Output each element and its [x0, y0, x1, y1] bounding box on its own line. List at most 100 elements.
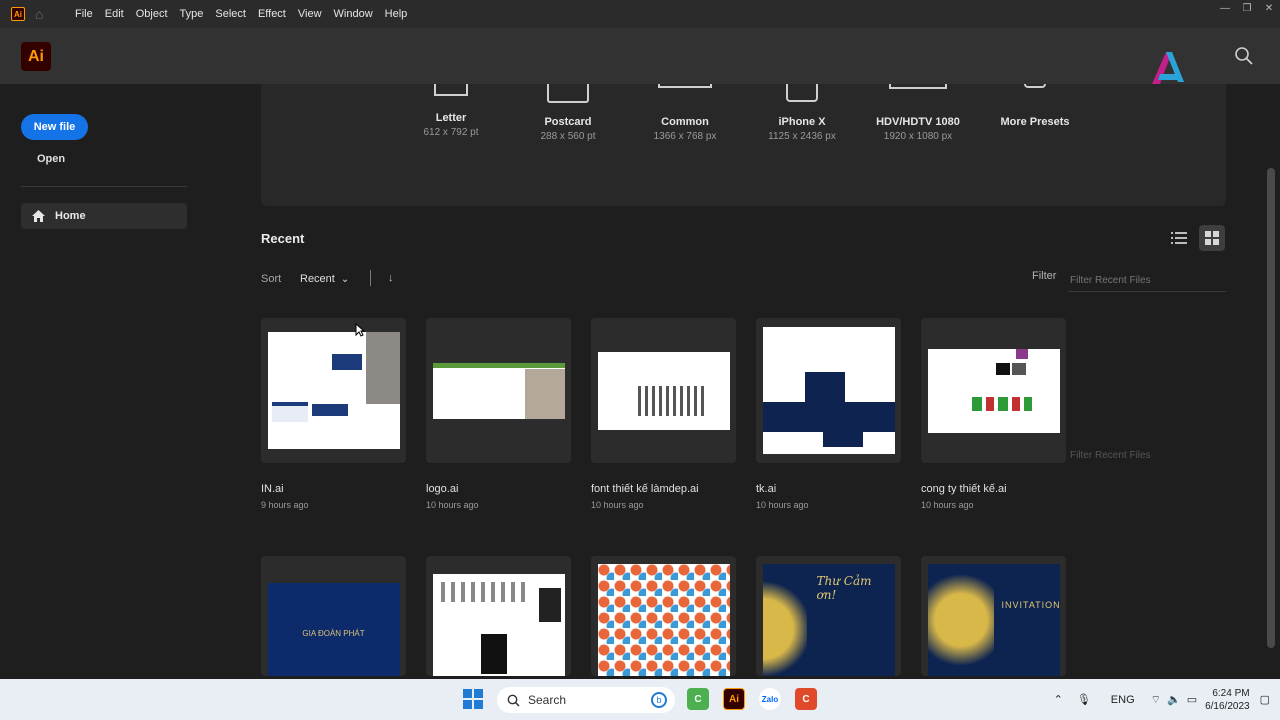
- file-card[interactable]: GIA ĐOÀN PHÁT: [261, 556, 406, 676]
- window-controls: — ❐ ✕: [1214, 0, 1280, 20]
- preset-name: More Presets: [1000, 116, 1070, 128]
- maximize-button[interactable]: ❐: [1236, 0, 1258, 20]
- preset-size: 612 x 792 pt: [423, 127, 479, 138]
- thumb-title: Thư Cảm ơn!: [816, 574, 872, 602]
- clock-date: 6/16/2023: [1205, 700, 1250, 712]
- file-card-logo[interactable]: [426, 318, 571, 463]
- new-file-button[interactable]: New file: [21, 114, 88, 140]
- filter-ghost-text: Filter Recent Files: [1070, 450, 1151, 461]
- language-indicator[interactable]: ENG: [1111, 694, 1135, 706]
- preset-hdv[interactable]: HDV/HDTV 1080 1920 x 1080 px: [858, 84, 978, 142]
- file-name[interactable]: IN.ai: [261, 483, 284, 495]
- postcard-preset-icon: [547, 84, 589, 103]
- wifi-icon[interactable]: ⌔: [1151, 693, 1161, 707]
- preset-more[interactable]: More Presets: [975, 84, 1095, 128]
- illustrator-logo: Ai: [21, 42, 51, 71]
- illustrator-taskbar-icon[interactable]: Ai: [723, 688, 745, 710]
- scrollbar[interactable]: [1266, 84, 1276, 676]
- preset-name: Postcard: [544, 116, 592, 128]
- file-time: 10 hours ago: [756, 500, 809, 510]
- cursor-icon: [355, 323, 365, 337]
- menu-list: File Edit Object Type Select Effect View…: [69, 8, 413, 20]
- recent-heading: Recent: [261, 231, 305, 246]
- chevron-up-icon[interactable]: ⌃: [1054, 693, 1063, 706]
- search-icon[interactable]: [1234, 46, 1254, 66]
- menu-window[interactable]: Window: [328, 8, 379, 20]
- bing-icon[interactable]: b: [651, 692, 667, 708]
- zalo-icon[interactable]: Zalo: [759, 688, 781, 710]
- search-icon: [507, 694, 520, 707]
- file-name[interactable]: font thiết kế làmdep.ai: [591, 483, 699, 495]
- file-thumbnail: [432, 574, 565, 676]
- recorder-icon[interactable]: C: [795, 688, 817, 710]
- menu-type[interactable]: Type: [174, 8, 210, 20]
- file-thumbnail: GIA ĐOÀN PHÁT: [267, 583, 400, 676]
- common-preset-icon: [658, 84, 712, 88]
- sort-divider: [370, 270, 371, 286]
- list-view-icon[interactable]: [1170, 229, 1188, 247]
- menu-object[interactable]: Object: [130, 8, 174, 20]
- menu-effect[interactable]: Effect: [252, 8, 292, 20]
- taskbar-search[interactable]: Search b: [497, 687, 675, 713]
- file-thumbnail: INVITATION: [927, 564, 1060, 676]
- sort-direction-button[interactable]: ↓: [388, 272, 394, 284]
- file-thumbnail: Thư Cảm ơn!: [762, 564, 895, 676]
- minimize-button[interactable]: —: [1214, 0, 1236, 20]
- file-name[interactable]: tk.ai: [756, 483, 776, 495]
- file-time: 9 hours ago: [261, 500, 309, 510]
- menu-help[interactable]: Help: [379, 8, 414, 20]
- file-card-in[interactable]: [261, 318, 406, 463]
- menu-file[interactable]: File: [69, 8, 99, 20]
- menu-select[interactable]: Select: [209, 8, 252, 20]
- file-card[interactable]: Thư Cảm ơn!: [756, 556, 901, 676]
- preset-name: Letter: [435, 112, 467, 124]
- file-card-font[interactable]: [591, 318, 736, 463]
- close-button[interactable]: ✕: [1258, 0, 1280, 20]
- menu-bar: Ai ⌂ File Edit Object Type Select Effect…: [0, 0, 1280, 28]
- taskbar: Search b C Ai Zalo C ⌃ 🎙 ENG ⌔ 🔈 ▭ 6:24 …: [0, 679, 1280, 720]
- camtasia-icon[interactable]: C: [687, 688, 709, 710]
- file-name[interactable]: logo.ai: [426, 483, 458, 495]
- notification-icon[interactable]: ▢: [1260, 693, 1270, 706]
- file-time: 10 hours ago: [591, 500, 644, 510]
- preset-size: 288 x 560 pt: [540, 131, 596, 142]
- more-presets-icon: [1024, 84, 1046, 88]
- grid-view-button[interactable]: [1199, 225, 1225, 251]
- file-thumbnail: [762, 327, 895, 454]
- hdtv-preset-icon: [889, 84, 947, 89]
- letter-preset-icon: [434, 84, 468, 96]
- scrollbar-thumb[interactable]: [1267, 168, 1275, 648]
- file-card[interactable]: [591, 556, 736, 676]
- menu-edit[interactable]: Edit: [99, 8, 130, 20]
- preset-common[interactable]: Common 1366 x 768 px: [625, 84, 745, 142]
- sidebar-item-home[interactable]: Home: [21, 203, 187, 229]
- file-thumbnail: [597, 564, 730, 676]
- home-icon[interactable]: ⌂: [35, 7, 51, 21]
- file-card[interactable]: INVITATION: [921, 556, 1066, 676]
- file-thumbnail: [597, 351, 730, 430]
- file-thumbnail: [267, 332, 400, 449]
- open-button[interactable]: Open: [37, 153, 65, 165]
- app-header: Ai: [0, 28, 1280, 84]
- speaker-icon[interactable]: 🔈: [1167, 693, 1181, 706]
- file-card-tk[interactable]: [756, 318, 901, 463]
- preset-size: 1125 x 2436 px: [768, 131, 836, 142]
- system-tray: ⌃ 🎙 ENG ⌔ 🔈 ▭ 6:24 PM 6/16/2023 ▢: [1054, 679, 1270, 720]
- thumb-title: INVITATION: [1001, 600, 1060, 610]
- taskbar-search-label: Search: [528, 693, 567, 707]
- clock[interactable]: 6:24 PM 6/16/2023: [1205, 687, 1250, 713]
- battery-icon[interactable]: ▭: [1187, 693, 1197, 706]
- file-card-cong-ty[interactable]: [921, 318, 1066, 463]
- sort-dropdown[interactable]: Recent ⌄: [300, 273, 349, 285]
- microphone-icon[interactable]: 🎙: [1077, 693, 1091, 706]
- windows-start-icon[interactable]: [463, 689, 483, 709]
- filter-input[interactable]: [1068, 270, 1226, 292]
- menu-view[interactable]: View: [292, 8, 328, 20]
- grid-view-icon: [1205, 231, 1219, 245]
- preset-iphone-x[interactable]: iPhone X 1125 x 2436 px: [742, 84, 862, 142]
- preset-postcard[interactable]: Postcard 288 x 560 pt: [508, 84, 628, 142]
- preset-letter[interactable]: Letter 612 x 792 pt: [391, 84, 511, 138]
- file-card[interactable]: [426, 556, 571, 676]
- file-name[interactable]: cong ty thiết kế.ai: [921, 483, 1007, 495]
- filter-label: Filter: [1032, 270, 1057, 282]
